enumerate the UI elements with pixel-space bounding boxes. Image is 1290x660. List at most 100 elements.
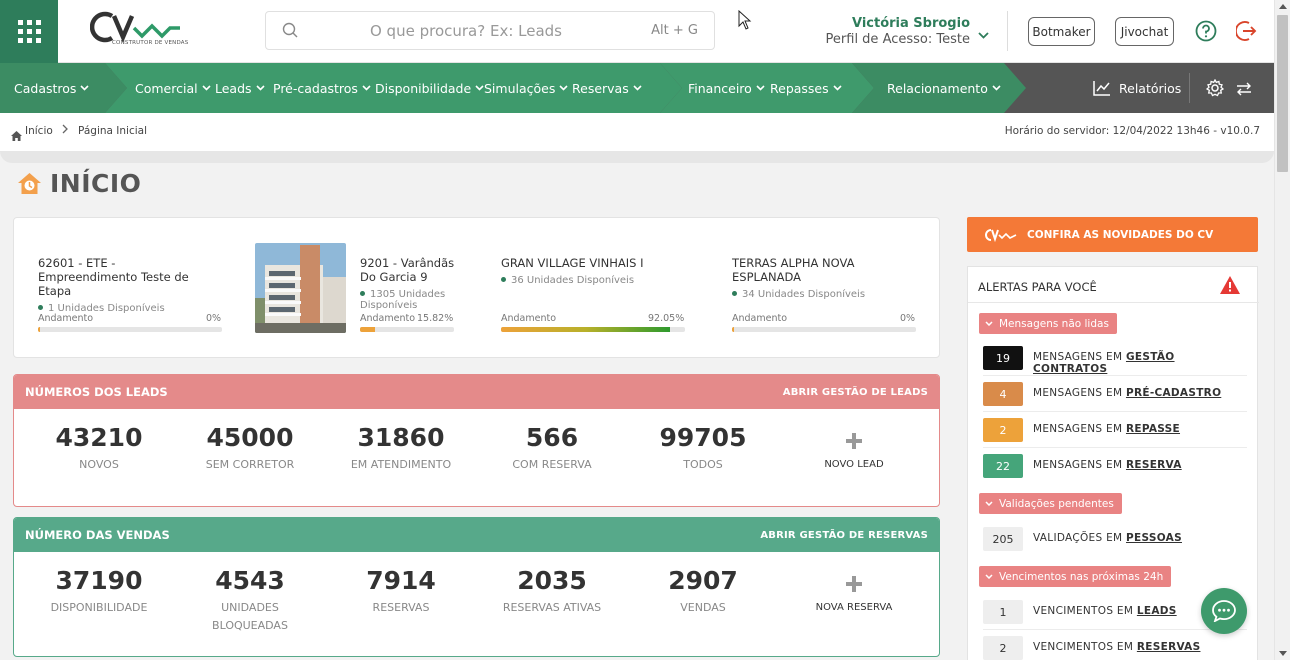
nav-relacionamento[interactable]: Relacionamento	[887, 63, 1001, 113]
chevron-down-icon	[559, 85, 568, 91]
project-units: 36 Unidades Disponíveis	[501, 275, 701, 286]
user-menu[interactable]: Victória Sbrogio Perfil de Acesso: Teste	[820, 16, 970, 47]
alert-row[interactable]: 4 MENSAGENS EM PRÉ-CADASTRO	[983, 376, 1247, 412]
alert-text: VENCIMENTOS EM LEADS	[1033, 605, 1177, 617]
stat-novos[interactable]: 43210 NOVOS	[29, 423, 169, 474]
search-input[interactable]	[316, 12, 616, 49]
nav-pre-cadastros[interactable]: Pré-cadastros	[273, 63, 371, 113]
alert-row[interactable]: 2 MENSAGENS EM REPASSE	[983, 412, 1247, 448]
status-dot-icon	[501, 277, 506, 282]
alert-link[interactable]: REPASSE	[1126, 423, 1180, 435]
alert-link[interactable]: PRÉ-CADASTRO	[1126, 387, 1221, 399]
alerts-title: ALERTAS PARA VOCÊ	[978, 280, 1097, 294]
scroll-down-arrow-icon[interactable]	[1279, 651, 1287, 656]
nav-comercial[interactable]: Comercial	[135, 63, 211, 113]
alert-row[interactable]: 19 MENSAGENS EM GESTÃO CONTRATOS	[983, 340, 1247, 376]
alert-prefix: VENCIMENTOS EM	[1033, 641, 1134, 653]
stat-em-atendimento[interactable]: 31860 EM ATENDIMENTO	[331, 423, 471, 474]
alert-group-label: Vencimentos nas próximas 24h	[999, 570, 1164, 583]
apps-menu-button[interactable]	[0, 0, 58, 63]
stat-value: 37190	[55, 566, 143, 595]
progress-bar	[38, 327, 222, 332]
nav-label: Cadastros	[14, 80, 77, 96]
nav-leads[interactable]: Leads	[215, 63, 265, 113]
chat-button[interactable]	[1201, 588, 1247, 634]
new-lead-button[interactable]: NOVO LEAD	[784, 433, 924, 470]
stat-todos[interactable]: 99705 TODOS	[633, 423, 773, 474]
chevron-down-icon	[80, 85, 89, 91]
gear-icon[interactable]	[1205, 78, 1225, 101]
alert-group-label: Mensagens não lidas	[999, 317, 1109, 330]
alert-group-unread-messages[interactable]: Mensagens não lidas	[979, 313, 1117, 334]
plus-icon	[846, 433, 862, 449]
alert-row[interactable]: 22 MENSAGENS EM RESERVA	[983, 448, 1247, 484]
nav-repasses[interactable]: Repasses	[770, 63, 842, 113]
nav-cadastros[interactable]: Cadastros	[14, 63, 89, 113]
project-card[interactable]: 9201 - Varândãs Do Garcia 9 1305 Unidade…	[360, 256, 470, 311]
stat-com-reserva[interactable]: 566 COM RESERVA	[482, 423, 622, 474]
page-scrollbar[interactable]	[1274, 0, 1290, 660]
alert-link[interactable]: RESERVAS	[1137, 641, 1201, 653]
nav-financeiro[interactable]: Financeiro	[688, 63, 765, 113]
nav-simulacoes[interactable]: Simulações	[484, 63, 568, 113]
breadcrumb-home[interactable]: Início	[25, 125, 53, 137]
botmaker-button[interactable]: Botmaker	[1028, 17, 1095, 46]
alert-group-pending-validations[interactable]: Validações pendentes	[979, 493, 1122, 514]
stat-label: RESERVAS	[372, 601, 430, 614]
open-reservations-management-link[interactable]: ABRIR GESTÃO DE RESERVAS	[760, 530, 928, 541]
stat-sem-corretor[interactable]: 45000 SEM CORRETOR	[180, 423, 320, 474]
chevron-right-icon	[62, 124, 68, 137]
stat-disponibilidade[interactable]: 37190 DISPONIBILIDADE	[29, 566, 169, 617]
new-reservation-button[interactable]: NOVA RESERVA	[784, 576, 924, 613]
news-button[interactable]: CONFIRA AS NOVIDADES DO CV	[967, 217, 1258, 252]
alert-link[interactable]: LEADS	[1137, 605, 1177, 617]
project-name: TERRAS ALPHA NOVA ESPLANADA	[732, 256, 855, 284]
project-card[interactable]: TERRAS ALPHA NOVA ESPLANADA 34 Unidades …	[732, 256, 902, 300]
scroll-up-arrow-icon[interactable]	[1279, 4, 1287, 9]
home-icon[interactable]	[11, 126, 22, 145]
nav-label: Relacionamento	[887, 80, 988, 96]
project-name: 62601 - ETE - Empreendimento Teste de Et…	[38, 256, 189, 298]
jivochat-button[interactable]: Jivochat	[1115, 17, 1174, 46]
project-name: GRAN VILLAGE VINHAIS I	[501, 256, 644, 270]
new-lead-label: NOVO LEAD	[824, 459, 884, 470]
page-title: INÍCIO	[50, 169, 142, 198]
alert-row[interactable]: 2 VENCIMENTOS EM RESERVAS	[983, 630, 1247, 660]
nav-label: Pré-cadastros	[273, 80, 358, 96]
stat-reservas[interactable]: 7914 RESERVAS	[331, 566, 471, 617]
help-icon[interactable]	[1195, 20, 1217, 46]
user-name: Victória Sbrogio	[851, 16, 970, 31]
stat-vendas[interactable]: 2907 VENDAS	[633, 566, 773, 617]
user-profile: Perfil de Acesso: Teste	[825, 32, 970, 47]
open-leads-management-link[interactable]: ABRIR GESTÃO DE LEADS	[783, 387, 928, 398]
alert-text: VENCIMENTOS EM RESERVAS	[1033, 641, 1200, 653]
nav-label: Leads	[215, 80, 252, 96]
swap-arrows-icon[interactable]	[1236, 81, 1252, 100]
scrollbar-thumb[interactable]	[1277, 15, 1288, 172]
alert-text: MENSAGENS EM PRÉ-CADASTRO	[1033, 387, 1221, 399]
sales-card-title: NÚMERO DAS VENDAS	[25, 528, 170, 542]
project-photo[interactable]	[255, 243, 346, 333]
stat-reservas-ativas[interactable]: 2035 RESERVAS ATIVAS	[482, 566, 622, 617]
alert-text: MENSAGENS EM REPASSE	[1033, 423, 1180, 435]
stat-unidades-bloqueadas[interactable]: 4543 UNIDADES BLOQUEADAS	[180, 566, 320, 635]
progress-value: 92.05%	[648, 313, 685, 324]
alert-link[interactable]: RESERVA	[1126, 459, 1182, 471]
alert-link[interactable]: PESSOAS	[1126, 532, 1182, 544]
nav-disponibilidade[interactable]: Disponibilidade	[375, 63, 484, 113]
project-card[interactable]: GRAN VILLAGE VINHAIS I 36 Unidades Dispo…	[501, 256, 701, 286]
nav-relatorios[interactable]: Relatórios	[1093, 63, 1181, 113]
mouse-cursor-icon	[738, 9, 752, 34]
sales-card-header: NÚMERO DAS VENDAS ABRIR GESTÃO DE RESERV…	[14, 518, 939, 552]
project-card[interactable]: 62601 - ETE - Empreendimento Teste de Et…	[38, 256, 218, 314]
status-dot-icon	[732, 291, 737, 296]
chevron-down-icon[interactable]	[978, 24, 989, 43]
alert-prefix: MENSAGENS EM	[1033, 351, 1123, 363]
nav-reservas[interactable]: Reservas	[572, 63, 642, 113]
logout-icon[interactable]	[1235, 20, 1258, 46]
progress-fill	[732, 327, 734, 332]
project-units-text: 34 Unidades Disponíveis	[742, 289, 866, 300]
global-search[interactable]: Alt + G	[265, 11, 715, 50]
alert-group-due-24h[interactable]: Vencimentos nas próximas 24h	[979, 566, 1172, 587]
alert-row[interactable]: 205 VALIDAÇÕES EM PESSOAS	[983, 521, 1247, 557]
